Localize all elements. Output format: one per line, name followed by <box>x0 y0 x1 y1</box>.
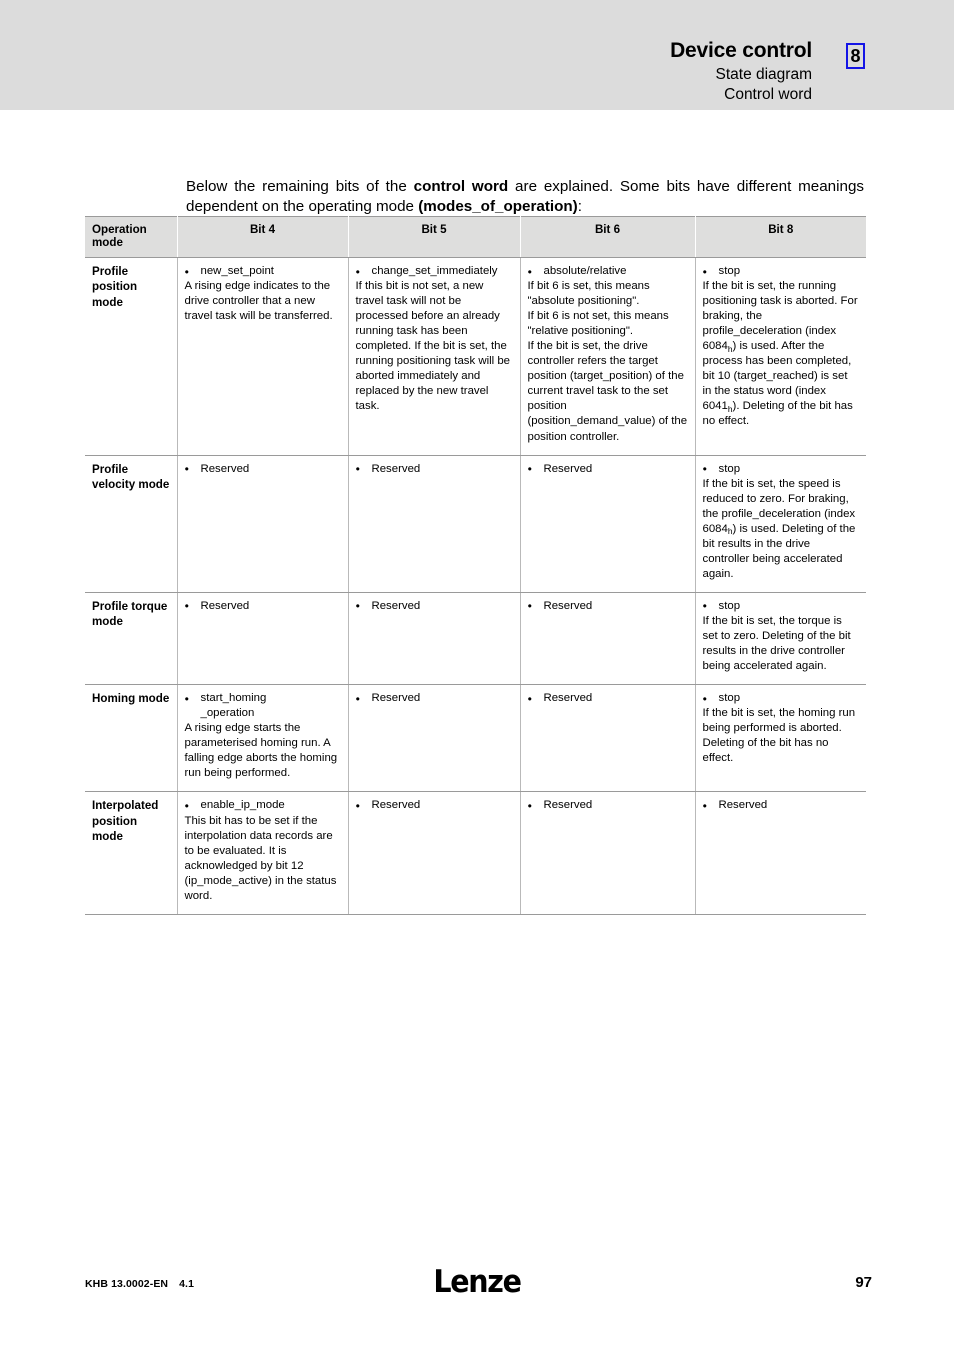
cell-bit6-homing: Reserved <box>520 684 696 793</box>
cell-bit4-profile-torque: Reserved <box>177 592 349 686</box>
bullet-label: Reserved <box>185 598 341 614</box>
bullet-label: Reserved <box>356 798 513 814</box>
cell-bit8-profile-torque: stop If the bit is set, the torque is se… <box>695 592 866 686</box>
header-subtitle-1: State diagram <box>715 65 813 83</box>
header-title-block: Device control State diagram Control wor… <box>670 38 812 105</box>
column-header-bit6: Bit 6 <box>520 216 696 258</box>
hex-subscript: h <box>727 343 733 354</box>
hex-subscript: h <box>727 403 733 414</box>
intro-paragraph: Below the remaining bits of the control … <box>186 177 864 217</box>
bullet-label: Reserved <box>528 798 688 814</box>
table-row: Profile position mode new_set_point A ri… <box>85 257 866 456</box>
header-subtitle-2: Control word <box>724 85 812 103</box>
intro-text-3: : <box>577 198 582 216</box>
cell-body-text: If the bit is set, the homing run being … <box>702 707 856 765</box>
bullet-label: Reserved <box>356 598 513 614</box>
table-row: Profile velocity mode Reserved Reserved … <box>85 455 866 593</box>
bullet-label: Reserved <box>528 598 688 614</box>
column-header-operation-mode: Operation mode <box>85 216 178 258</box>
cell-bit8-profile-position: stop If the bit is set, the running posi… <box>695 257 866 456</box>
row-label-profile-velocity-mode: Profile velocity mode <box>85 455 178 593</box>
bullet-label: start_homing _operation <box>185 691 341 721</box>
column-header-bit5: Bit 5 <box>348 216 521 258</box>
row-label-interpolated-position-mode: Interpolated position mode <box>85 791 178 915</box>
cell-bit8-interpolated-position: Reserved <box>695 791 866 915</box>
control-word-bits-table: Operation mode Bit 4 Bit 5 Bit 6 Bit 8 P… <box>85 216 866 915</box>
cell-bit8-profile-velocity: stop If the bit is set, the speed is red… <box>695 455 866 593</box>
cell-bit5-profile-torque: Reserved <box>348 592 521 686</box>
bullet-label: Reserved <box>528 691 688 707</box>
cell-bit6-profile-position: absolute/relative If bit 6 is set, this … <box>520 257 696 456</box>
column-header-bit4: Bit 4 <box>177 216 349 258</box>
bullet-label: Reserved <box>528 461 688 477</box>
cell-bit4-profile-position: new_set_point A rising edge indicates to… <box>177 257 349 456</box>
hex-subscript: h <box>727 526 733 537</box>
cell-bit8-homing: stop If the bit is set, the homing run b… <box>695 684 866 793</box>
bullet-label: change_set_immediately <box>356 263 513 279</box>
bullet-label: Reserved <box>356 461 513 477</box>
intro-text-1: Below the remaining bits of the <box>186 178 414 196</box>
page-title: Device control <box>670 39 812 62</box>
page-number: 97 <box>855 1274 872 1291</box>
column-header-bit8: Bit 8 <box>695 216 866 258</box>
cell-body-text: A rising edge indicates to the drive con… <box>184 280 333 323</box>
bullet-label: absolute/relative <box>528 263 688 279</box>
table-row: Profile torque mode Reserved Reserved Re… <box>85 592 866 686</box>
intro-bold-control-word: control word <box>413 178 509 196</box>
bullet-label: Reserved <box>185 461 341 477</box>
cell-bit5-homing: Reserved <box>348 684 521 793</box>
cell-bit4-profile-velocity: Reserved <box>177 455 349 593</box>
bullet-label: enable_ip_mode <box>185 798 341 814</box>
row-label-homing-mode: Homing mode <box>85 684 178 793</box>
row-label-profile-torque-mode: Profile torque mode <box>85 592 178 686</box>
cell-bit6-interpolated-position: Reserved <box>520 791 696 915</box>
bullet-label: new_set_point <box>185 263 341 279</box>
table-row: Homing mode start_homing _operation A ri… <box>85 684 866 793</box>
bullet-label: stop <box>703 691 860 707</box>
cell-body-text: If the bit is set, the running positioni… <box>703 279 860 429</box>
cell-bit6-profile-velocity: Reserved <box>520 455 696 593</box>
cell-bit4-interpolated-position: enable_ip_mode This bit has to be set if… <box>177 791 349 915</box>
cell-body-text: This bit has to be set if the interpolat… <box>184 814 337 902</box>
cell-bit5-profile-velocity: Reserved <box>348 455 521 593</box>
cell-body-text: If the bit is set, the torque is set to … <box>702 614 851 673</box>
cell-body-text: If the bit is set, the speed is reduced … <box>703 477 860 582</box>
table-header-row: Operation mode Bit 4 Bit 5 Bit 6 Bit 8 <box>85 216 866 258</box>
bullet-label: Reserved <box>703 798 860 814</box>
bullet-label: stop <box>703 598 860 614</box>
intro-bold-modes: (modes_of_operation) <box>418 198 578 216</box>
cell-body-text: If bit 6 is set, this means "absolute po… <box>527 280 688 443</box>
table-row: Interpolated position mode enable_ip_mod… <box>85 791 866 915</box>
bullet-label: stop <box>703 263 860 279</box>
bullet-label: Reserved <box>356 691 513 707</box>
bullet-label: stop <box>703 461 860 477</box>
cell-bit5-interpolated-position: Reserved <box>348 791 521 915</box>
cell-body-text: A rising edge starts the parameterised h… <box>184 722 338 780</box>
row-label-profile-position-mode: Profile position mode <box>85 257 178 456</box>
cell-bit5-profile-position: change_set_immediately If this bit is no… <box>348 257 521 456</box>
page-header-band: Device control State diagram Control wor… <box>0 0 954 110</box>
cell-body-text: If this bit is not set, a new travel tas… <box>355 280 511 413</box>
cell-bit6-profile-torque: Reserved <box>520 592 696 686</box>
cell-bit4-homing: start_homing _operation A rising edge st… <box>177 684 349 793</box>
chapter-marker: 8 <box>846 43 865 69</box>
lenze-logo: Lenze <box>433 1264 522 1300</box>
